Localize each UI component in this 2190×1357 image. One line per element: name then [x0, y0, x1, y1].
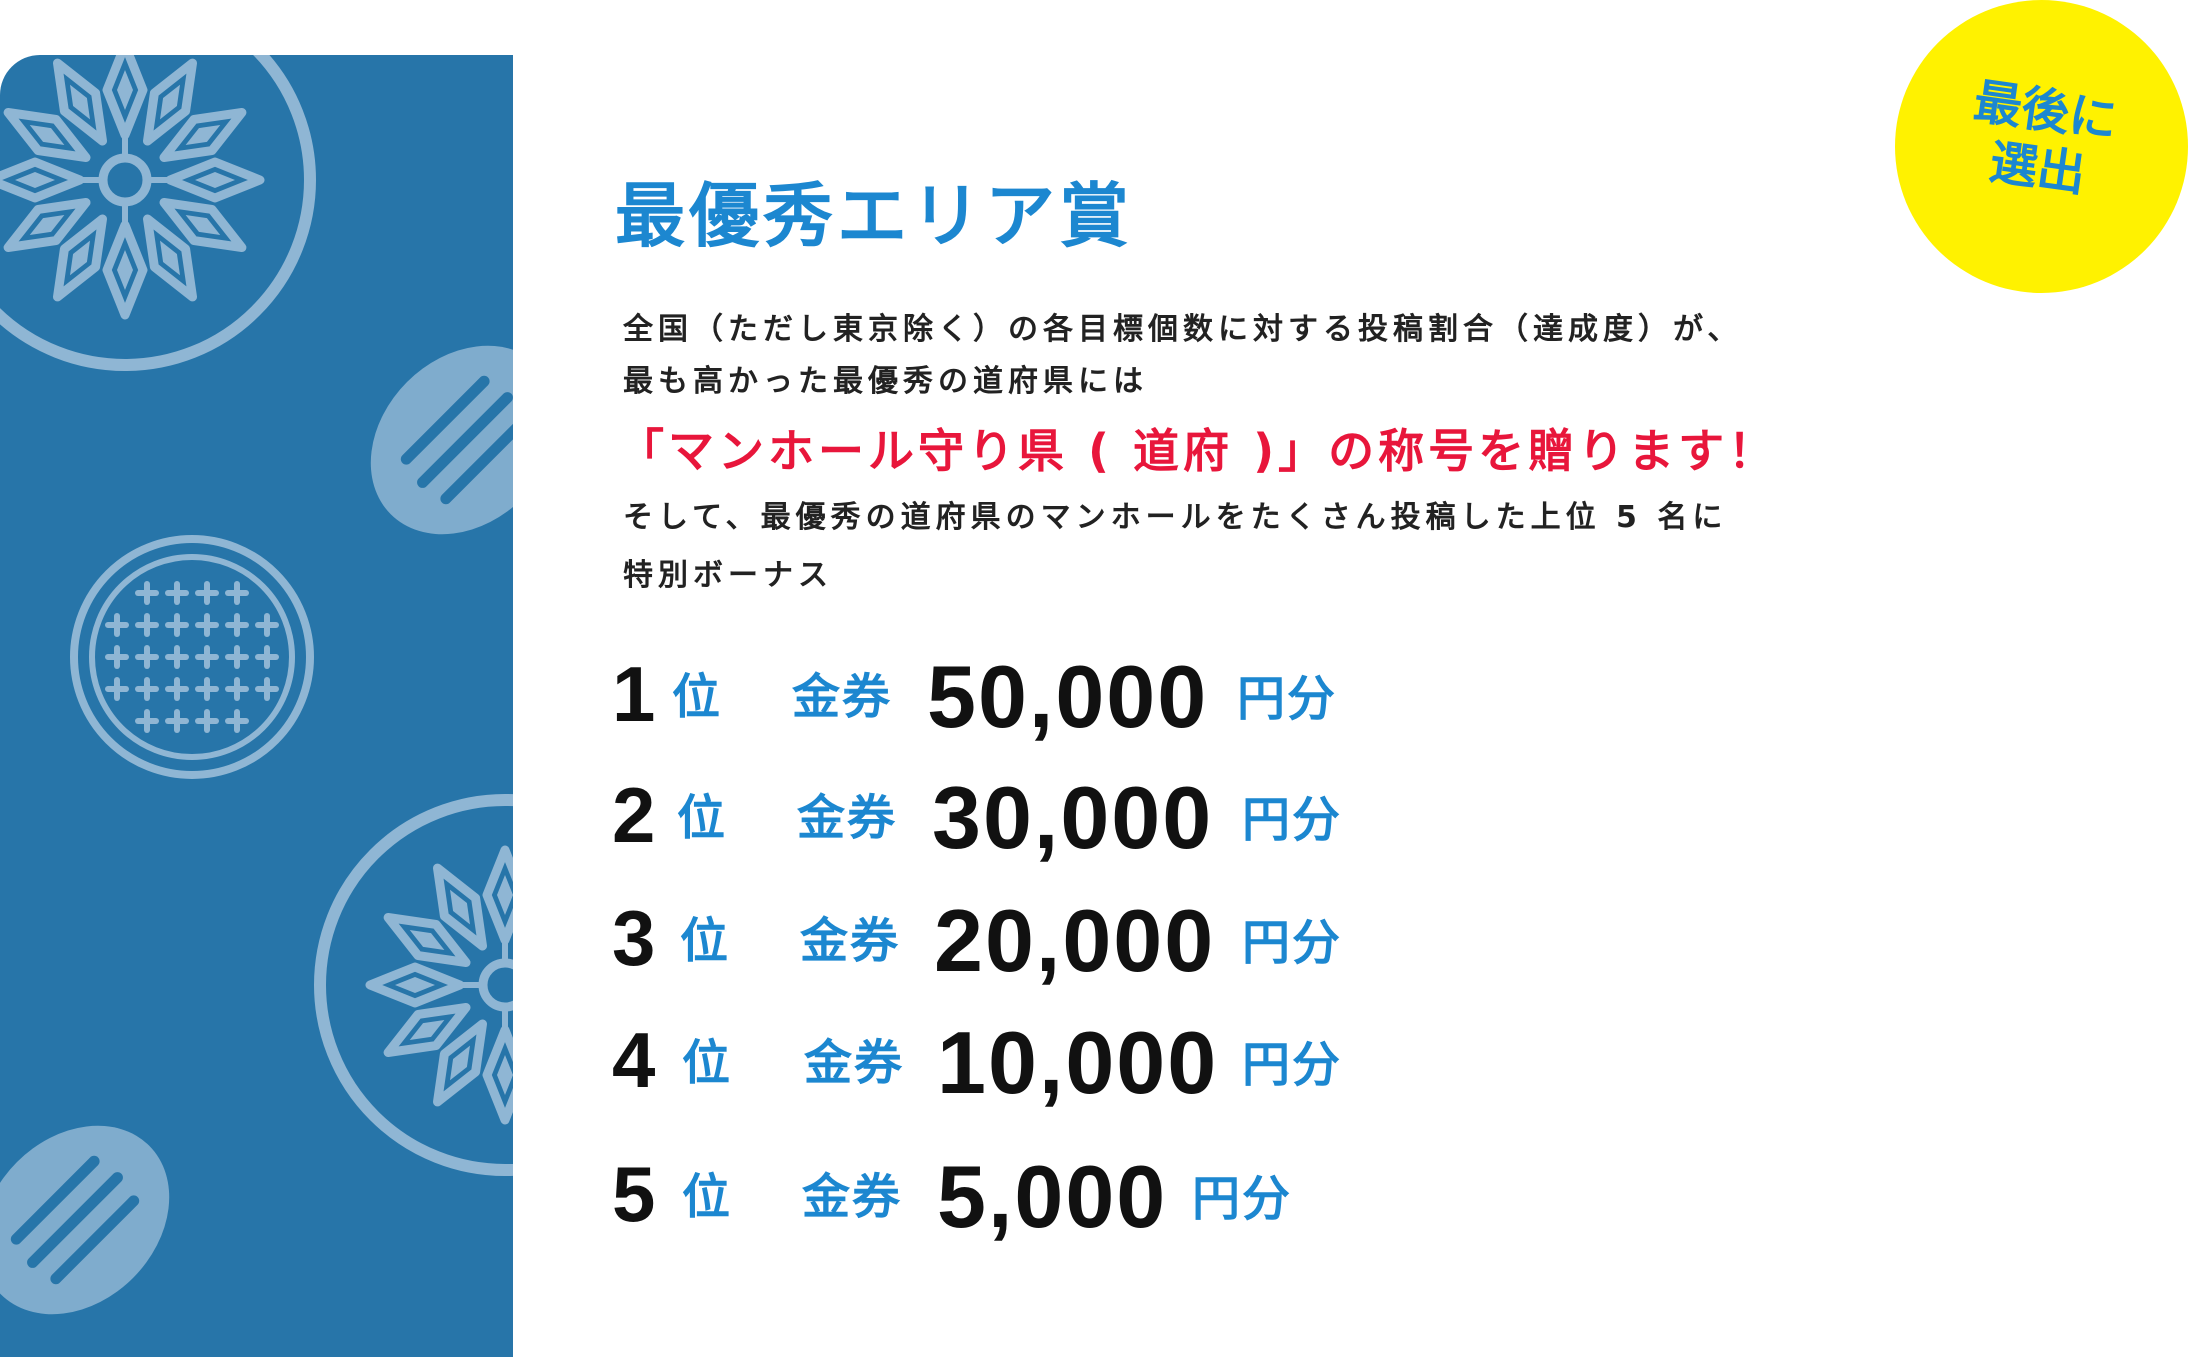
manhole-flower-icon	[0, 55, 310, 365]
title-award-highlight: 「マンホール守り県 ( 道府 )」の称号を贈ります！	[618, 424, 1779, 478]
page-title: 最優秀エリア賞	[615, 174, 1133, 257]
description-line-2: 最も高かった最優秀の道府県には	[623, 364, 1148, 399]
voucher-label: 金券	[800, 913, 901, 969]
drain-slot-icon	[0, 1125, 170, 1315]
rank-suffix: 位	[672, 669, 721, 725]
manhole-pattern-illustration	[0, 55, 513, 1315]
final-selection-badge: 最後に 選出	[1895, 0, 2188, 293]
voucher-label: 金券	[802, 1169, 903, 1225]
description-line-4: 特別ボーナス	[623, 558, 833, 593]
rank-number: 5	[612, 1150, 656, 1238]
rank-number: 1	[612, 650, 656, 738]
voucher-label: 金券	[797, 790, 898, 846]
decorative-side-panel	[0, 55, 513, 1357]
yen-unit: 円分	[1242, 1037, 1343, 1093]
prize-row: 4 位 金券 10,000 円分	[612, 1013, 1372, 1121]
rank-suffix: 位	[680, 913, 729, 969]
prize-amount: 5,000	[937, 1147, 1168, 1246]
manhole-grid-icon	[70, 535, 314, 779]
rank-number: 4	[612, 1016, 656, 1104]
rank-number: 2	[612, 771, 656, 859]
prize-amount: 30,000	[932, 768, 1214, 867]
rank-suffix: 位	[682, 1169, 731, 1225]
prize-amount: 20,000	[934, 891, 1216, 990]
prize-row: 5 位 金券 5,000 円分	[612, 1147, 1372, 1255]
prize-row: 3 位 金券 20,000 円分	[612, 891, 1372, 999]
yen-unit: 円分	[1242, 792, 1343, 848]
yen-unit: 円分	[1192, 1171, 1293, 1227]
rank-suffix: 位	[682, 1035, 731, 1091]
prize-amount: 50,000	[927, 647, 1209, 746]
yen-unit: 円分	[1237, 671, 1338, 727]
prize-row: 2 位 金券 30,000 円分	[612, 768, 1372, 876]
manhole-flower-icon	[320, 800, 513, 1170]
badge-text: 最後に 選出	[1888, 62, 2190, 218]
voucher-label: 金券	[804, 1035, 905, 1091]
voucher-label: 金券	[792, 669, 893, 725]
drain-slot-icon	[370, 345, 513, 535]
rank-number: 3	[612, 894, 656, 982]
description-line-3: そして、最優秀の道府県のマンホールをたくさん投稿した上位 5 名に	[623, 500, 1728, 535]
rank-suffix: 位	[677, 790, 726, 846]
description-line-1: 全国（ただし東京除く）の各目標個数に対する投稿割合（達成度）が、	[623, 312, 1743, 347]
prize-row: 1 位 金券 50,000 円分	[612, 647, 1372, 755]
yen-unit: 円分	[1242, 915, 1343, 971]
prize-amount: 10,000	[937, 1013, 1219, 1112]
